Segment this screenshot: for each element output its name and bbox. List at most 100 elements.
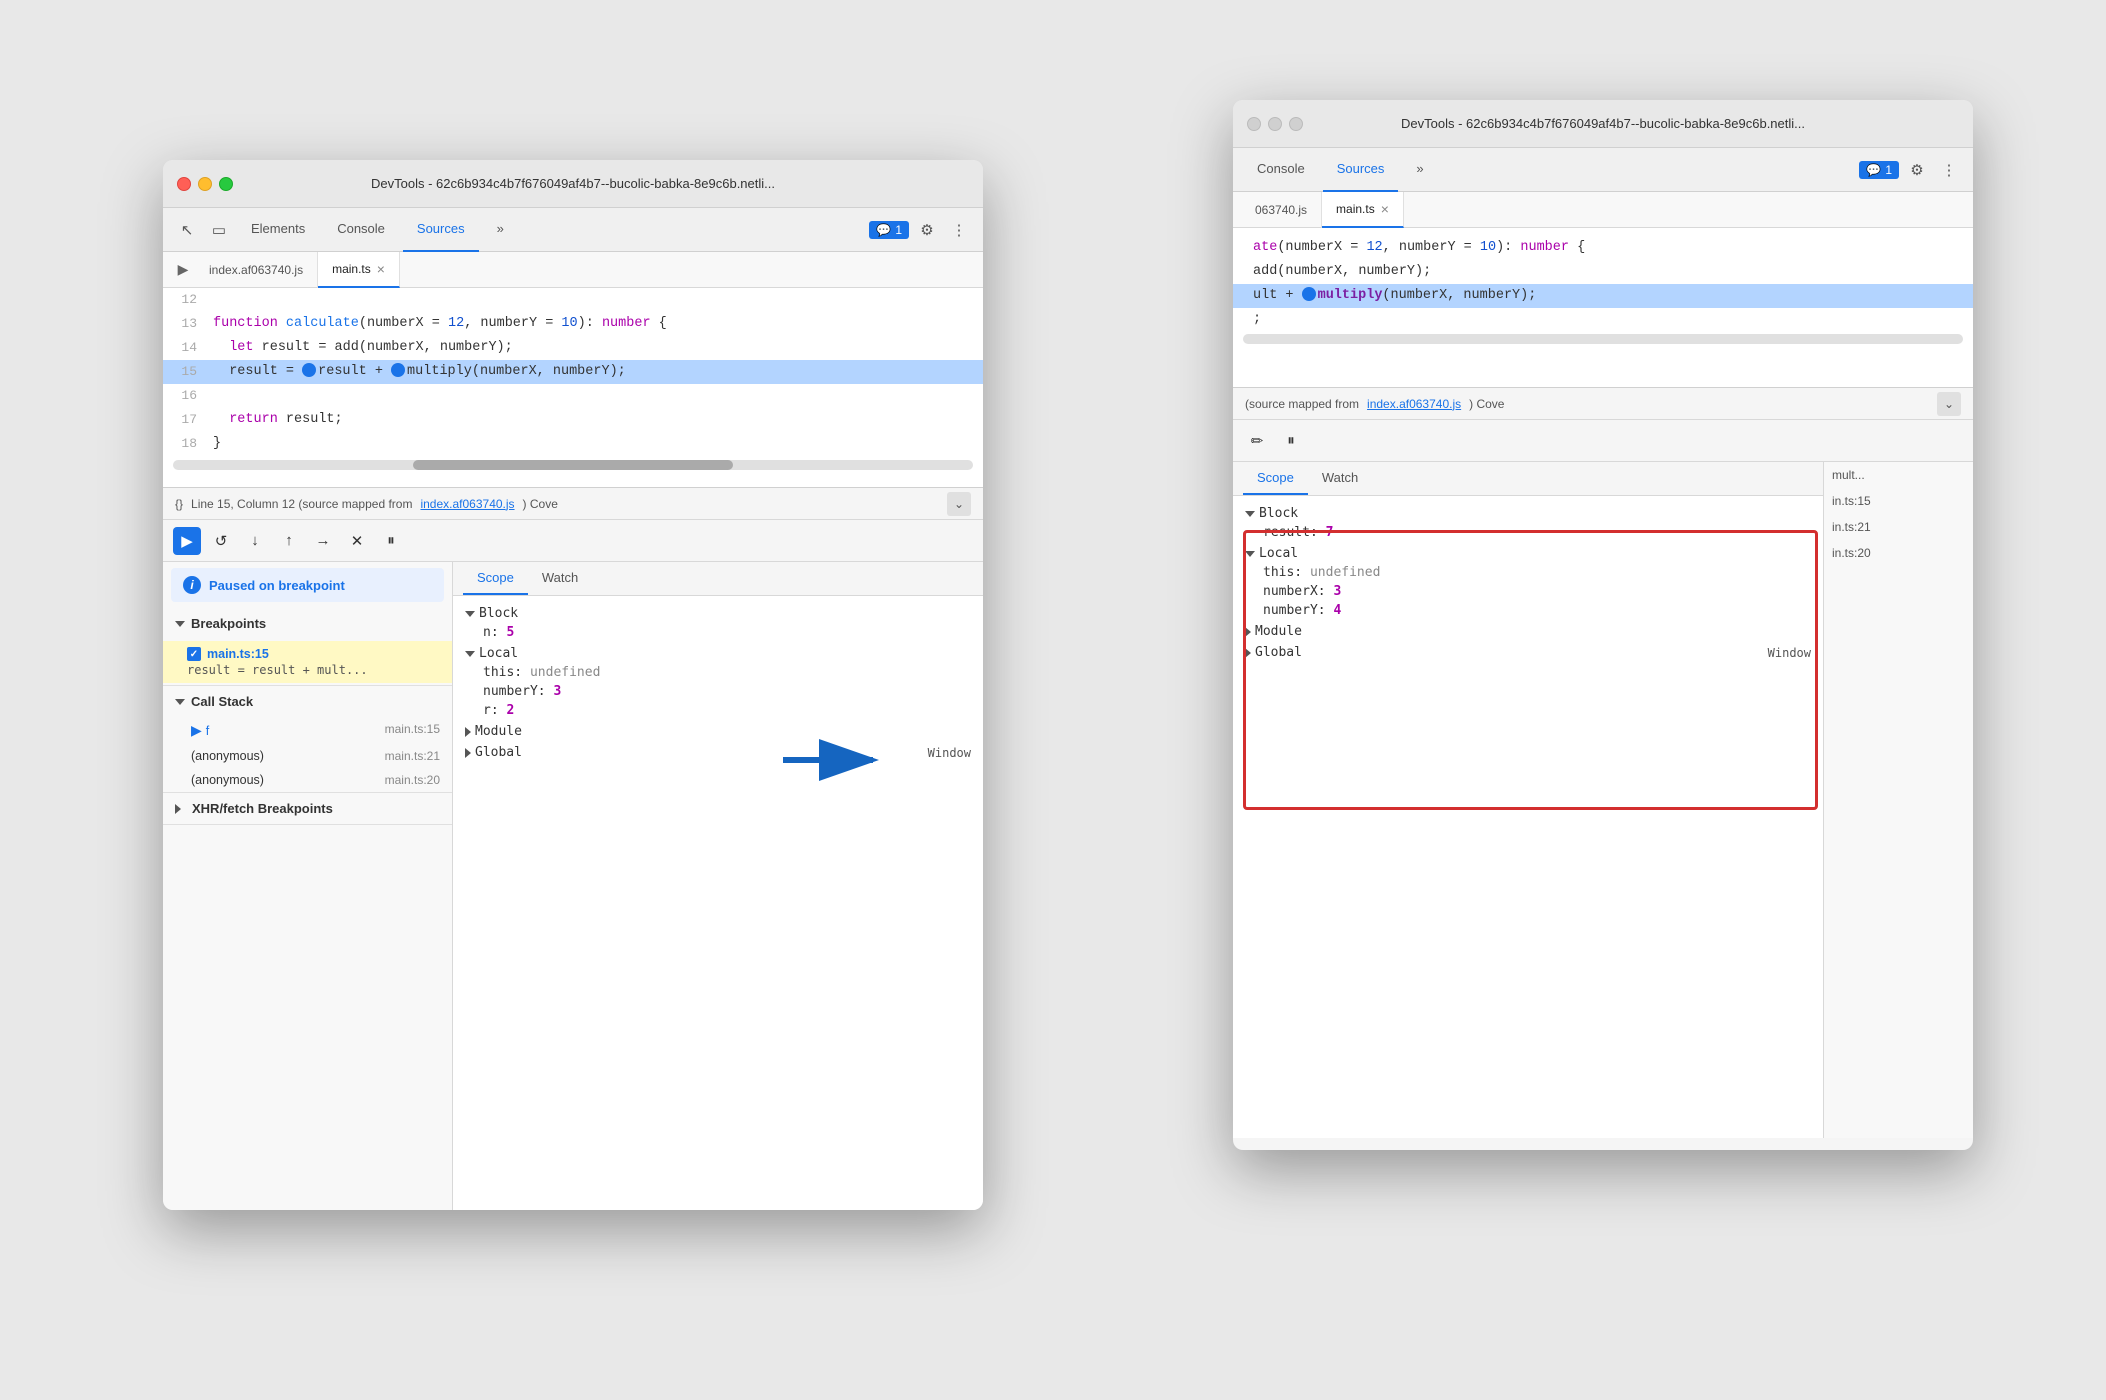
block-header[interactable]: Block	[465, 604, 971, 623]
tab-scope-2[interactable]: Scope	[1243, 462, 1308, 495]
deactivate-button[interactable]: ✕	[343, 527, 371, 555]
tri-icon	[465, 611, 475, 617]
block-header-2[interactable]: Block	[1245, 504, 1811, 523]
edit-icon-2[interactable]: ✏	[1243, 427, 1271, 455]
message-badge[interactable]: 💬 1	[869, 221, 909, 239]
xhr-header[interactable]: XHR/fetch Breakpoints	[163, 793, 452, 824]
tab-more[interactable]: »	[483, 208, 518, 252]
file-tab-arrow[interactable]: ▶	[171, 258, 195, 282]
code-line-s1: ate(numberX = 12, numberY = 10): number …	[1233, 236, 1973, 260]
local-item-r: r: 2	[465, 701, 971, 720]
scope-module: Module	[465, 722, 971, 741]
tri-right-icon	[465, 727, 471, 737]
tab-elements[interactable]: Elements	[237, 208, 319, 252]
settings-icon[interactable]: ⚙	[913, 216, 941, 244]
file-tabs: ▶ index.af063740.js main.ts ×	[163, 252, 983, 288]
tab-sources[interactable]: Sources	[403, 208, 479, 252]
tab-more-2[interactable]: »	[1402, 148, 1437, 192]
breakpoints-header[interactable]: Breakpoints	[163, 608, 452, 639]
code-editor-2[interactable]: ate(numberX = 12, numberY = 10): number …	[1233, 228, 1973, 388]
badge-icon: 💬	[876, 223, 891, 237]
bp-checkbox[interactable]: ✓	[187, 647, 201, 661]
callstack-overflow: mult... in.ts:15 in.ts:21 in.ts:20	[1823, 462, 1973, 1138]
tab-sources-2[interactable]: Sources	[1323, 148, 1399, 192]
global-header[interactable]: Global Window	[465, 743, 971, 762]
step-over-button[interactable]: ↺	[207, 527, 235, 555]
settings-icon-2[interactable]: ⚙	[1903, 156, 1931, 184]
tab-watch-2[interactable]: Watch	[1308, 462, 1372, 495]
close-tab-icon-2[interactable]: ×	[1381, 202, 1389, 216]
status-bar: {} Line 15, Column 12 (source mapped fro…	[163, 488, 983, 520]
device-icon[interactable]: ▭	[205, 216, 233, 244]
module-label: Module	[475, 724, 522, 739]
file-tab-main-2[interactable]: main.ts ×	[1322, 192, 1404, 228]
pause-btn-2[interactable]: ⏸	[1277, 427, 1305, 455]
module-header-2[interactable]: Module	[1245, 622, 1811, 641]
file-tab-index-2[interactable]: 063740.js	[1241, 192, 1322, 228]
file-tab-index[interactable]: index.af063740.js	[195, 252, 318, 288]
call-stack-item-anon2[interactable]: (anonymous) main.ts:20	[163, 768, 452, 792]
close-btn-2[interactable]	[1247, 117, 1261, 131]
expand-button-2[interactable]: ⌄	[1937, 392, 1961, 416]
breakpoint-item: ✓ main.ts:15 result = result + mult...	[163, 641, 452, 683]
resume-button[interactable]: ▶	[173, 527, 201, 555]
breakpoints-label: Breakpoints	[191, 616, 266, 631]
paused-banner: i Paused on breakpoint	[171, 568, 444, 602]
more-icon[interactable]: ⋮	[945, 216, 973, 244]
breakpoints-section: Breakpoints ✓ main.ts:15 result = result…	[163, 608, 452, 686]
tab-scope[interactable]: Scope	[463, 562, 528, 595]
maximize-button[interactable]	[219, 177, 233, 191]
module-label-2: Module	[1255, 624, 1302, 639]
expand-button[interactable]: ⌄	[947, 492, 971, 516]
tab-watch[interactable]: Watch	[528, 562, 592, 595]
step-button[interactable]: →	[309, 527, 337, 555]
bp-label: ✓ main.ts:15	[187, 647, 440, 661]
triangle-icon	[175, 804, 186, 814]
code-line-12: 12	[163, 288, 983, 312]
horizontal-scrollbar[interactable]	[173, 460, 973, 470]
close-button[interactable]	[177, 177, 191, 191]
badge-count: 1	[895, 223, 902, 237]
global-header-2[interactable]: Global Window	[1245, 643, 1811, 662]
max-btn-2[interactable]	[1289, 117, 1303, 131]
step-out-button[interactable]: ↑	[275, 527, 303, 555]
code-line-s4: ;	[1233, 308, 1973, 332]
close-tab-icon[interactable]: ×	[377, 262, 385, 276]
code-editor[interactable]: 12 13 function calculate(numberX = 12, n…	[163, 288, 983, 488]
file-loc: main.ts:20	[385, 773, 440, 787]
tri-right-icon-2b	[1245, 648, 1251, 658]
call-stack-item-f[interactable]: ▶f main.ts:15	[163, 717, 452, 744]
file-loc: main.ts:21	[385, 749, 440, 763]
minimize-button[interactable]	[198, 177, 212, 191]
module-header[interactable]: Module	[465, 722, 971, 741]
horizontal-scrollbar-2[interactable]	[1243, 334, 1963, 344]
tab-console-2[interactable]: Console	[1243, 148, 1319, 192]
call-stack-label: Call Stack	[191, 694, 253, 709]
traffic-lights	[177, 177, 233, 191]
global-val-2: Window	[1768, 646, 1811, 660]
code-line-18: 18 }	[163, 432, 983, 456]
tab-console[interactable]: Console	[323, 208, 399, 252]
scope-global: Global Window	[465, 743, 971, 762]
min-btn-2[interactable]	[1268, 117, 1282, 131]
source-link[interactable]: index.af063740.js	[420, 497, 514, 511]
cursor-icon[interactable]: ↖	[173, 216, 201, 244]
callstack-item-15: in.ts:15	[1824, 488, 1973, 514]
more-icon-2[interactable]: ⋮	[1935, 156, 1963, 184]
local-header[interactable]: Local	[465, 644, 971, 663]
message-badge-2[interactable]: 💬 1	[1859, 161, 1899, 179]
arrow-connector	[773, 730, 893, 795]
step-into-button[interactable]: ↓	[241, 527, 269, 555]
code-line-14: 14 let result = add(numberX, numberY);	[163, 336, 983, 360]
call-stack-item-anon1[interactable]: (anonymous) main.ts:21	[163, 744, 452, 768]
source-link-2[interactable]: index.af063740.js	[1367, 397, 1461, 411]
file-tab-main-name: main.ts	[332, 262, 371, 276]
call-stack-header[interactable]: Call Stack	[163, 686, 452, 717]
main-toolbar: ↖ ▭ Elements Console Sources » 💬 1 ⚙ ⋮	[163, 208, 983, 252]
scope-block: Block n: 5	[465, 604, 971, 642]
file-tab-main[interactable]: main.ts ×	[318, 252, 400, 288]
bottom-panel: i Paused on breakpoint Breakpoints ✓ mai…	[163, 562, 983, 1210]
scope-tab-bar: Scope Watch	[453, 562, 983, 596]
local-header-2[interactable]: Local	[1245, 544, 1811, 563]
pause-button[interactable]: ⏸	[377, 527, 405, 555]
